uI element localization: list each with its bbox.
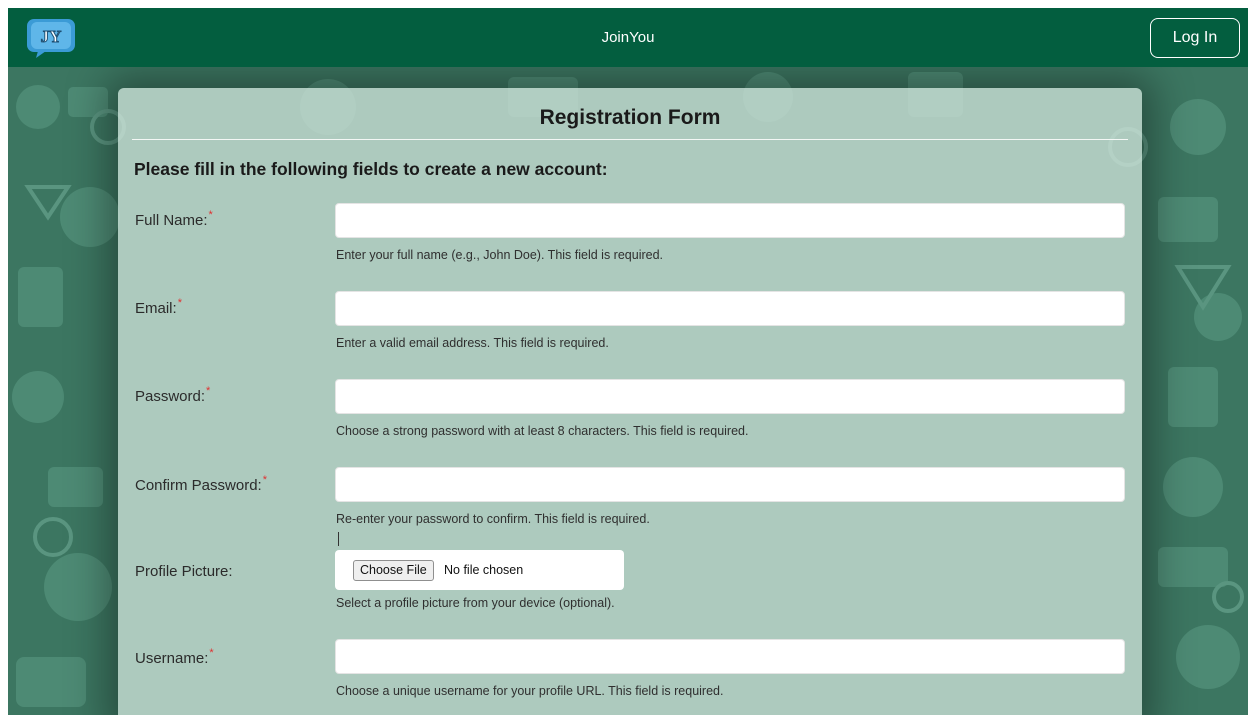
- username-help: Choose a unique username for your profil…: [336, 684, 724, 698]
- header-bar: JY JoinYou Log In: [8, 8, 1248, 67]
- required-marker: *: [262, 474, 267, 486]
- full-name-help: Enter your full name (e.g., John Doe). T…: [336, 248, 664, 262]
- confirm-password-input[interactable]: [335, 467, 1125, 502]
- registration-form-card: Registration Form Please fill in the fol…: [118, 88, 1142, 715]
- file-status: No file chosen: [444, 563, 524, 577]
- username-input[interactable]: [335, 639, 1125, 674]
- full-name-input[interactable]: [335, 203, 1125, 238]
- text-caret: [338, 532, 339, 546]
- username-label: Username:*: [135, 647, 214, 667]
- email-label: Email:*: [135, 297, 182, 317]
- required-marker: *: [208, 209, 213, 221]
- login-button[interactable]: Log In: [1150, 18, 1240, 58]
- password-help: Choose a strong password with at least 8…: [336, 424, 749, 438]
- profile-picture-label: Profile Picture:: [135, 563, 233, 580]
- required-marker: *: [177, 297, 182, 309]
- form-subtitle: Please fill in the following fields to c…: [134, 159, 608, 179]
- choose-file-button[interactable]: Choose File: [353, 560, 434, 581]
- profile-picture-help: Select a profile picture from your devic…: [336, 596, 615, 610]
- app-frame: JY JoinYou Log In Registration Form Plea…: [8, 8, 1248, 715]
- password-input[interactable]: [335, 379, 1125, 414]
- email-input[interactable]: [335, 291, 1125, 326]
- title-divider: [132, 139, 1128, 140]
- profile-picture-file-input[interactable]: Choose File No file chosen: [335, 550, 624, 590]
- app-title: JoinYou: [601, 29, 655, 46]
- required-marker: *: [209, 647, 214, 659]
- required-marker: *: [206, 385, 211, 397]
- full-name-label: Full Name:*: [135, 209, 213, 229]
- form-title: Registration Form: [539, 106, 721, 129]
- confirm-password-help: Re-enter your password to confirm. This …: [336, 512, 650, 526]
- email-help: Enter a valid email address. This field …: [336, 336, 609, 350]
- confirm-password-label: Confirm Password:*: [135, 474, 267, 494]
- password-label: Password:*: [135, 385, 211, 405]
